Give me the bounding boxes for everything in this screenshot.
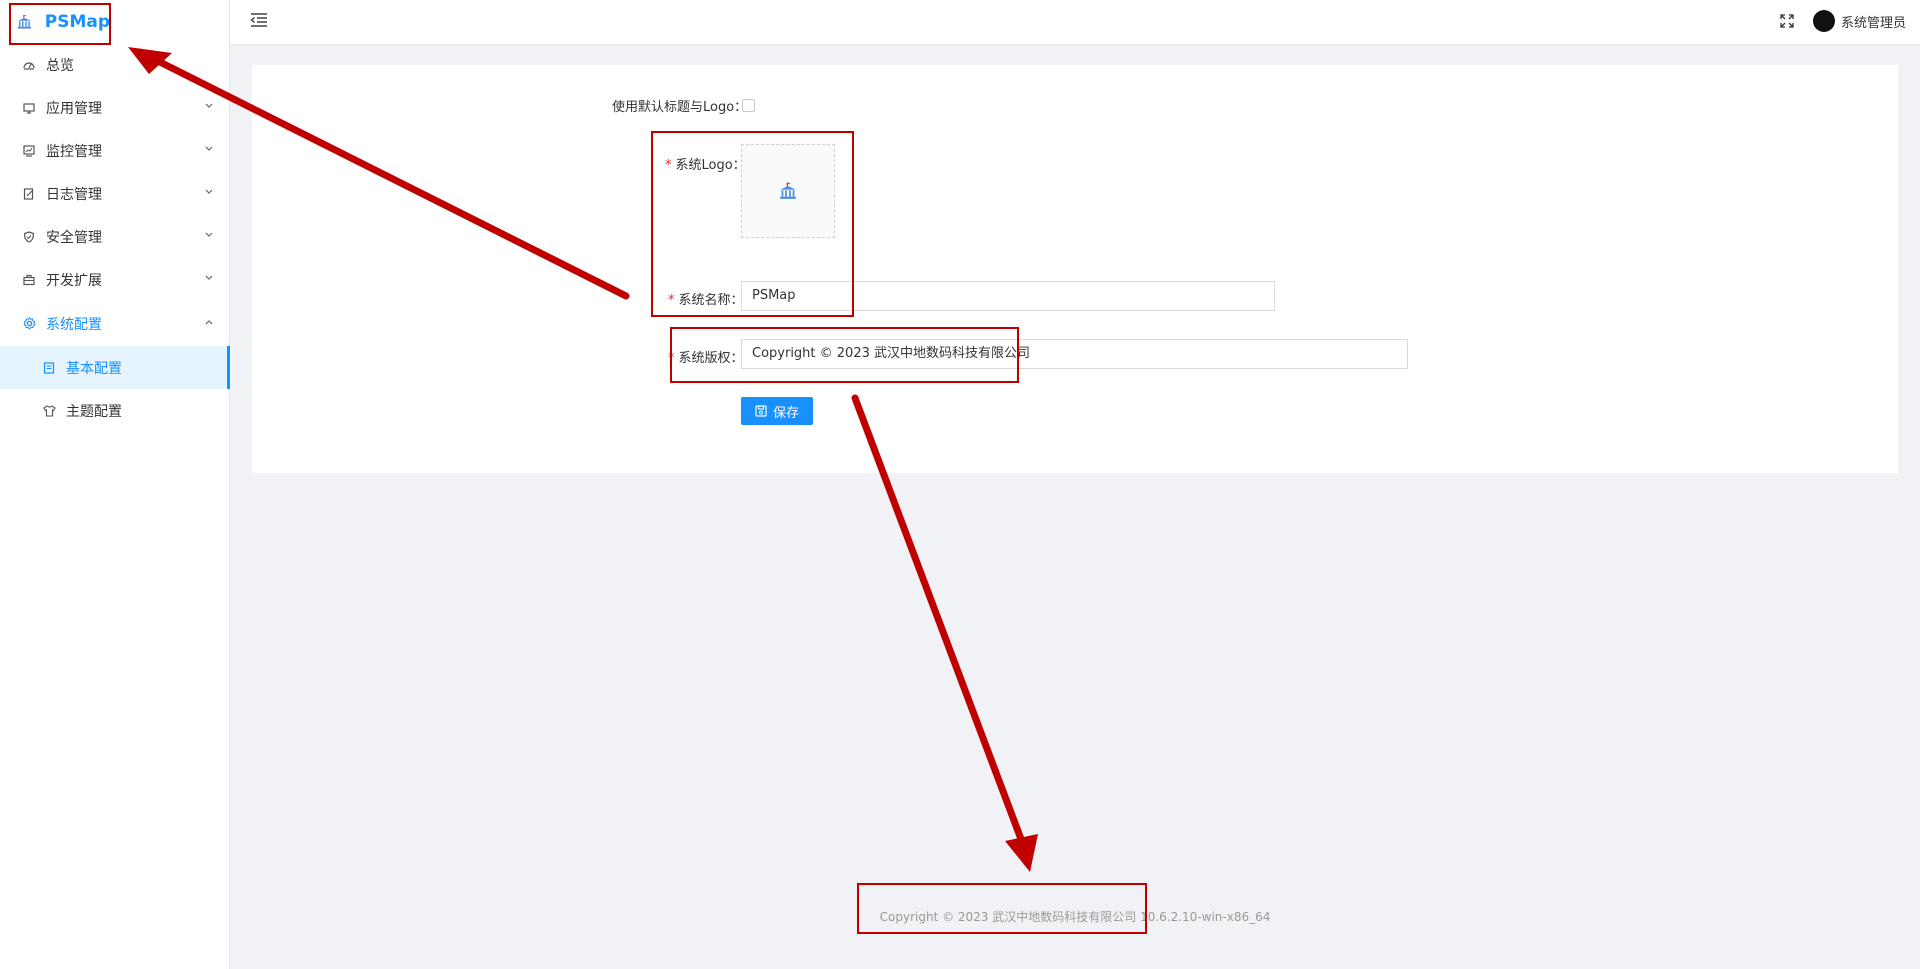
- museum-logo-icon: [17, 14, 31, 29]
- required-mark: *: [668, 351, 675, 366]
- system-name-input[interactable]: PSMap: [741, 281, 1275, 311]
- user-name: 系统管理员: [1840, 15, 1906, 31]
- chevron-up-icon: [204, 317, 214, 327]
- app-logo[interactable]: PSMap: [10, 2, 110, 42]
- sidebar-item-overview[interactable]: 总览: [0, 43, 230, 86]
- sidebar-item-label: 主题配置: [66, 403, 122, 420]
- chevron-down-icon: [204, 144, 214, 154]
- monitor-icon: [22, 101, 36, 115]
- use-default-checkbox[interactable]: [742, 99, 755, 112]
- sidebar-item-monitor-management[interactable]: 监控管理: [0, 129, 230, 172]
- chevron-down-icon: [204, 187, 214, 197]
- sidebar: PSMap 总览 应用管理 监控管理 日志管理 安全管理 开发扩展 系统配置 基…: [0, 0, 230, 969]
- sidebar-item-label: 基本配置: [66, 360, 122, 377]
- sidebar-item-label: 安全管理: [46, 229, 102, 246]
- copyright-input[interactable]: Copyright © 2023 武汉中地数码科技有限公司: [741, 339, 1408, 369]
- sidebar-item-label: 监控管理: [46, 143, 102, 160]
- save-icon: [755, 405, 767, 417]
- fullscreen-icon[interactable]: [1780, 14, 1796, 30]
- config-form-card: 使用默认标题与Logo： * 系统Logo： * 系统名称： PSMap * 系统版权…: [252, 65, 1898, 473]
- save-button[interactable]: 保存: [741, 397, 814, 425]
- shield-icon: [22, 230, 36, 244]
- shirt-icon: [42, 404, 56, 418]
- avatar: [1812, 10, 1835, 32]
- chevron-down-icon: [204, 230, 214, 240]
- gear-icon: [22, 317, 36, 331]
- sidebar-item-app-management[interactable]: 应用管理: [0, 86, 230, 129]
- chevron-down-icon: [204, 273, 214, 283]
- sidebar-item-label: 应用管理: [46, 100, 102, 117]
- top-header: 系统管理员: [230, 0, 1920, 44]
- sidebar-subitem-theme-config[interactable]: 主题配置: [0, 389, 230, 432]
- sidebar-item-label: 系统配置: [46, 316, 102, 333]
- page-footer: Copyright © 2023 武汉中地数码科技有限公司 10.6.2.10-…: [879, 910, 1271, 924]
- name-label: * 系统名称：: [668, 289, 744, 308]
- logo-label: * 系统Logo：: [665, 154, 746, 173]
- app-name: PSMap: [44, 12, 110, 32]
- edit-log-icon: [22, 187, 36, 201]
- copyright-label-text: 系统版权：: [678, 351, 744, 366]
- logo-upload[interactable]: [741, 144, 835, 238]
- annotation-arrowhead-footer: [1005, 834, 1038, 872]
- required-mark: *: [665, 158, 672, 173]
- required-mark: *: [668, 293, 675, 308]
- logo-label-text: 系统Logo：: [675, 158, 746, 173]
- menu-collapse-icon[interactable]: [250, 12, 270, 32]
- use-default-label: 使用默认标题与Logo：: [612, 100, 748, 115]
- museum-logo-icon: [780, 182, 796, 199]
- sidebar-item-label: 开发扩展: [46, 272, 102, 289]
- copyright-label: * 系统版权：: [668, 347, 744, 366]
- sidebar-subitem-basic-config[interactable]: 基本配置: [0, 346, 230, 389]
- name-label-text: 系统名称：: [678, 293, 744, 308]
- sidebar-item-label: 日志管理: [46, 186, 102, 203]
- chart-monitor-icon: [22, 144, 36, 158]
- user-menu[interactable]: 系统管理员: [1812, 10, 1906, 32]
- sidebar-item-system-config[interactable]: 系统配置: [0, 302, 230, 345]
- sidebar-item-log-management[interactable]: 日志管理: [0, 172, 230, 215]
- save-button-label: 保存: [773, 405, 800, 421]
- sidebar-item-security-management[interactable]: 安全管理: [0, 215, 230, 258]
- sidebar-item-dev-extension[interactable]: 开发扩展: [0, 258, 230, 301]
- dashboard-icon: [22, 58, 36, 72]
- toolbox-icon: [22, 273, 36, 287]
- sidebar-item-label: 总览: [46, 57, 74, 74]
- form-icon: [42, 361, 56, 375]
- chevron-down-icon: [204, 101, 214, 111]
